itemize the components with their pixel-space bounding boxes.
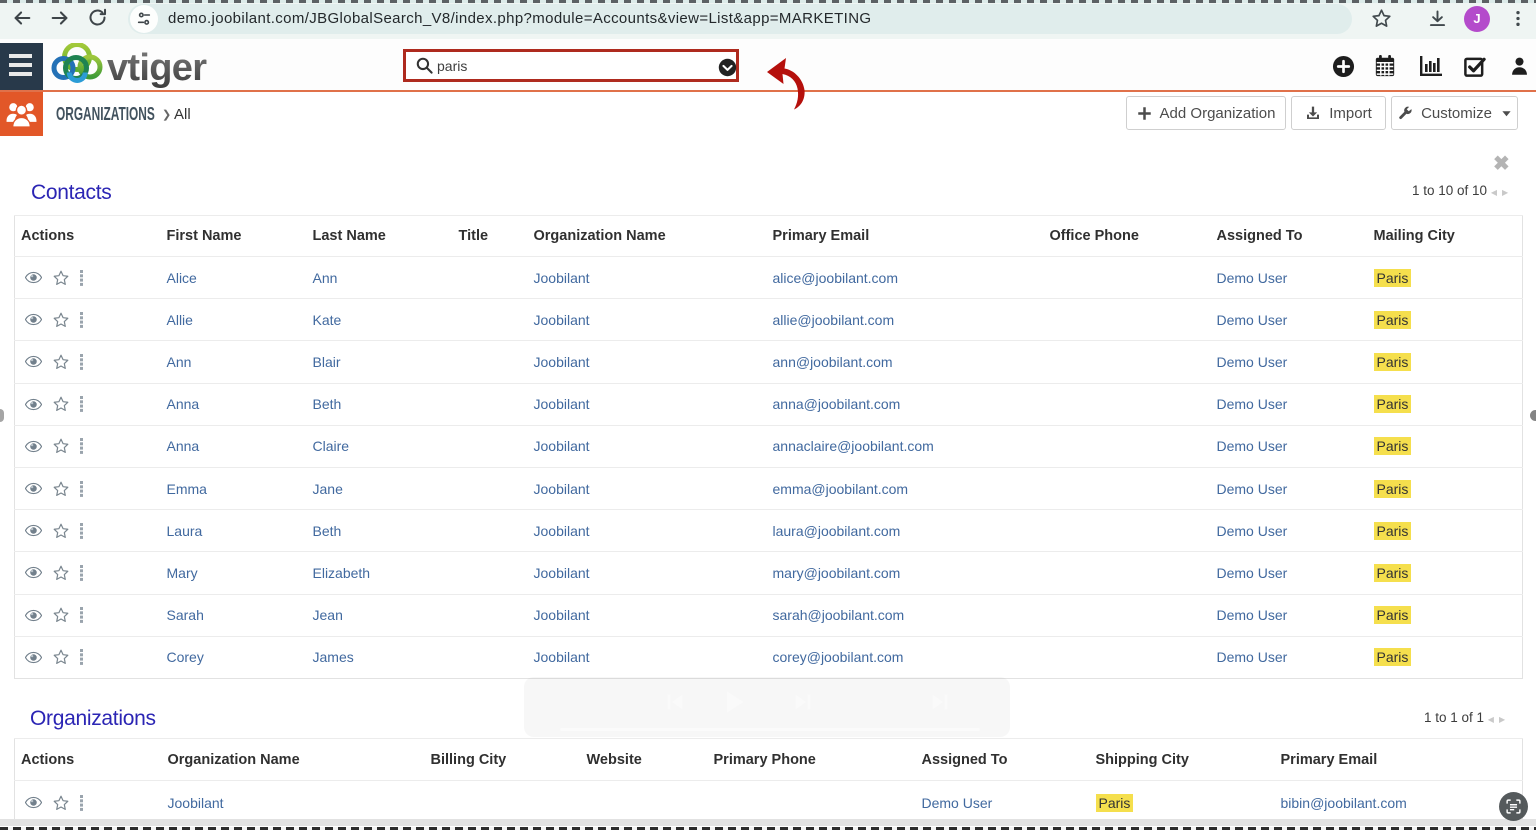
svg-text:vtiger: vtiger xyxy=(107,47,207,89)
